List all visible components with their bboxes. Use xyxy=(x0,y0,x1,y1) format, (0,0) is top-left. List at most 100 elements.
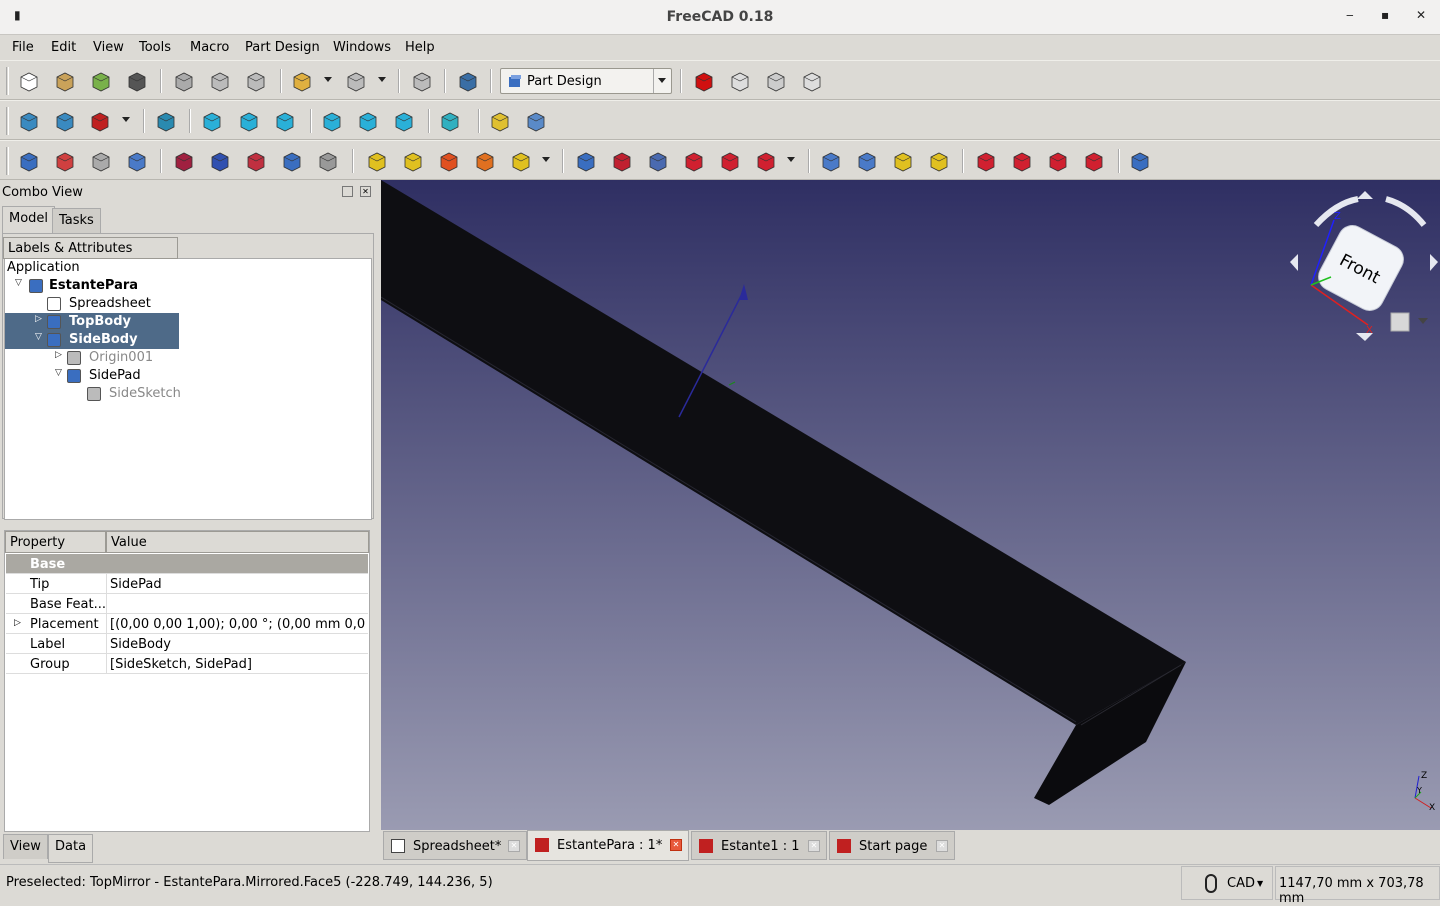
property-row[interactable]: Base Feat... xyxy=(6,594,368,614)
open-icon[interactable] xyxy=(53,69,77,93)
left-view-icon[interactable] xyxy=(392,109,416,133)
property-value[interactable]: SideBody xyxy=(110,637,366,652)
groove-icon[interactable] xyxy=(646,149,670,173)
property-row[interactable]: ▷ Placement [(0,00 0,00 1,00); 0,00 °; (0,… xyxy=(6,614,368,634)
menu-file[interactable]: File xyxy=(12,40,34,55)
tree-header[interactable]: Labels & Attributes xyxy=(3,237,178,259)
thickness-icon[interactable] xyxy=(1082,149,1106,173)
tab-tasks[interactable]: Tasks xyxy=(52,208,101,233)
mirrored-icon[interactable] xyxy=(819,149,843,173)
tree-item-sidebody[interactable]: ▽ SideBody xyxy=(5,331,179,349)
redo-icon[interactable] xyxy=(344,69,368,93)
shape-binder-icon[interactable] xyxy=(125,149,149,173)
rear-view-icon[interactable] xyxy=(320,109,344,133)
draw-style-icon[interactable] xyxy=(88,109,112,133)
stop-macro-icon[interactable] xyxy=(728,69,752,93)
boolean-icon[interactable] xyxy=(1128,149,1152,173)
run-macro-icon[interactable] xyxy=(800,69,824,93)
save-icon[interactable] xyxy=(89,69,113,93)
property-group-base[interactable]: Base xyxy=(6,554,368,574)
expand-arrow-icon[interactable]: ▽ xyxy=(15,278,22,288)
refresh-icon[interactable] xyxy=(410,69,434,93)
property-header[interactable]: Property xyxy=(5,531,106,553)
menu-help[interactable]: Help xyxy=(405,40,435,55)
beam-body[interactable] xyxy=(381,180,1186,725)
datum-plane-icon[interactable] xyxy=(244,149,268,173)
pad-icon[interactable] xyxy=(365,149,389,173)
close-button[interactable]: ✕ xyxy=(1416,8,1426,22)
subtractive-primitive-icon[interactable] xyxy=(754,149,778,173)
local-cs-icon[interactable] xyxy=(280,149,304,173)
fit-selection-icon[interactable] xyxy=(53,109,77,133)
chevron-down-icon[interactable] xyxy=(542,157,550,162)
close-panel-icon[interactable]: ✕ xyxy=(360,186,371,197)
expand-arrow-icon[interactable]: ▽ xyxy=(55,368,62,378)
value-header[interactable]: Value xyxy=(106,531,369,553)
cut-icon[interactable] xyxy=(172,69,196,93)
fillet-icon[interactable] xyxy=(974,149,998,173)
fit-all-icon[interactable] xyxy=(17,109,41,133)
doc-tab-1[interactable]: EstantePara : 1* ✕ xyxy=(527,830,689,861)
property-row[interactable]: Label SideBody xyxy=(6,634,368,654)
property-value[interactable]: [SideSketch, SidePad] xyxy=(110,657,366,672)
top-view-icon[interactable] xyxy=(237,109,261,133)
chevron-down-icon[interactable] xyxy=(378,77,386,82)
subtractive-loft-icon[interactable] xyxy=(682,149,706,173)
datum-point-icon[interactable] xyxy=(172,149,196,173)
chamfer-icon[interactable] xyxy=(1010,149,1034,173)
record-macro-icon[interactable] xyxy=(692,69,716,93)
measure-icon[interactable] xyxy=(438,109,462,133)
close-tab-icon[interactable]: ✕ xyxy=(808,840,820,852)
chevron-down-icon[interactable] xyxy=(653,69,671,93)
multitransform-icon[interactable] xyxy=(927,149,951,173)
close-tab-icon[interactable]: ✕ xyxy=(508,840,520,852)
chevron-down-icon[interactable] xyxy=(787,157,795,162)
3d-viewport[interactable]: Z X Front Z Y X xyxy=(381,180,1440,830)
property-row[interactable]: Tip SidePad xyxy=(6,574,368,594)
close-tab-icon[interactable]: ✕ xyxy=(670,839,682,851)
paste-icon[interactable] xyxy=(244,69,268,93)
property-value[interactable]: [(0,00 0,00 1,00); 0,00 °; (0,00 mm 0,0.… xyxy=(110,617,366,632)
navigation-cube[interactable]: Z X Front xyxy=(1276,185,1440,355)
additive-loft-icon[interactable] xyxy=(437,149,461,173)
copy-icon[interactable] xyxy=(208,69,232,93)
subtractive-pipe-icon[interactable] xyxy=(718,149,742,173)
tab-view[interactable]: View xyxy=(3,834,48,859)
chevron-down-icon[interactable] xyxy=(122,117,130,122)
property-value[interactable]: SidePad xyxy=(110,577,366,592)
menu-part-design[interactable]: Part Design xyxy=(245,40,320,55)
minimize-button[interactable]: ‒ xyxy=(1346,8,1354,22)
undo-icon[interactable] xyxy=(290,69,314,93)
additive-pipe-icon[interactable] xyxy=(473,149,497,173)
print-icon[interactable] xyxy=(125,69,149,93)
doc-tab-2[interactable]: Estante1 : 1 ✕ xyxy=(691,831,827,860)
doc-tab-3[interactable]: Start page ✕ xyxy=(829,831,955,860)
tab-data[interactable]: Data xyxy=(48,834,94,863)
pocket-icon[interactable] xyxy=(574,149,598,173)
navigation-style-button[interactable]: CAD ▼ xyxy=(1181,866,1273,900)
expand-arrow-icon[interactable]: ▷ xyxy=(55,350,62,360)
tree-item-topbody[interactable]: ▷ TopBody xyxy=(5,313,179,331)
datum-line-icon[interactable] xyxy=(208,149,232,173)
model-tree[interactable]: Labels & Attributes Application ▽ EstanteP… xyxy=(3,237,372,520)
isometric-icon[interactable] xyxy=(154,109,178,133)
workbench-selector[interactable]: Part Design xyxy=(500,68,672,94)
validate-sketch-icon[interactable] xyxy=(89,149,113,173)
new-icon[interactable] xyxy=(17,69,41,93)
menu-tools[interactable]: Tools xyxy=(139,40,171,55)
menu-edit[interactable]: Edit xyxy=(51,40,76,55)
polar-pattern-icon[interactable] xyxy=(891,149,915,173)
linear-pattern-icon[interactable] xyxy=(855,149,879,173)
bottom-view-icon[interactable] xyxy=(356,109,380,133)
body-icon[interactable] xyxy=(17,149,41,173)
menu-view[interactable]: View xyxy=(93,40,124,55)
edit-macro-icon[interactable] xyxy=(764,69,788,93)
hole-icon[interactable] xyxy=(610,149,634,173)
chevron-down-icon[interactable] xyxy=(324,77,332,82)
whats-this-icon[interactable] xyxy=(456,69,480,93)
expand-arrow-icon[interactable]: ▷ xyxy=(35,314,42,324)
additive-primitive-icon[interactable] xyxy=(509,149,533,173)
group-icon[interactable] xyxy=(524,109,548,133)
sketch-icon[interactable] xyxy=(53,149,77,173)
clone-icon[interactable] xyxy=(316,149,340,173)
